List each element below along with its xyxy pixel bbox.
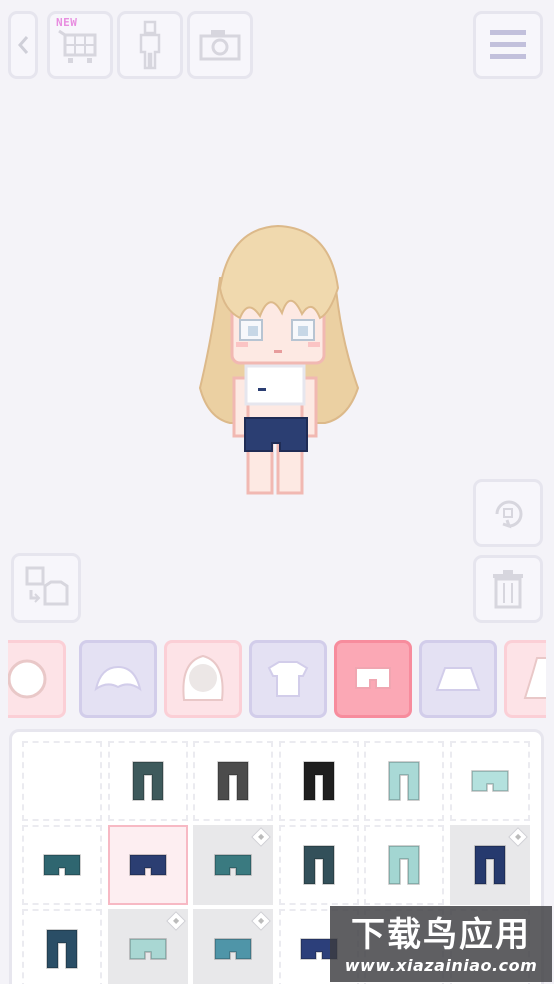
shorts-icon bbox=[128, 854, 167, 876]
item-slot[interactable] bbox=[278, 741, 359, 821]
new-badge: NEW bbox=[56, 16, 78, 29]
category-dress[interactable] bbox=[504, 640, 546, 718]
long-pants-icon bbox=[473, 845, 506, 885]
swap-outfit-button[interactable] bbox=[11, 553, 81, 623]
hamburger-menu-icon bbox=[490, 30, 526, 59]
face-category-icon bbox=[8, 659, 47, 699]
long-pants-icon bbox=[388, 845, 420, 885]
item-slot[interactable] bbox=[278, 825, 359, 905]
back-button[interactable] bbox=[8, 11, 38, 79]
long-pants-icon bbox=[46, 929, 78, 969]
item-slot[interactable] bbox=[364, 741, 444, 821]
watermark-logo: 下载鸟应用 www.xiazainiao.com bbox=[330, 906, 552, 982]
long-pants-icon bbox=[302, 845, 335, 885]
body-silhouette-icon bbox=[139, 20, 161, 70]
category-hair[interactable] bbox=[164, 640, 242, 718]
item-slot[interactable] bbox=[193, 741, 273, 821]
camera-button[interactable] bbox=[187, 11, 253, 79]
item-empty-slot[interactable] bbox=[22, 741, 102, 821]
hair-category-icon bbox=[182, 654, 224, 701]
category-bangs[interactable] bbox=[79, 640, 157, 718]
shorts-icon bbox=[214, 854, 252, 876]
category-skirt[interactable] bbox=[419, 640, 497, 718]
watermark-url: www.xiazainiao.com bbox=[344, 955, 538, 975]
long-pants-icon bbox=[131, 761, 164, 801]
dress-category-icon bbox=[523, 657, 546, 699]
rotate-icon bbox=[495, 500, 523, 529]
shop-button[interactable]: NEW bbox=[47, 11, 113, 79]
avatar-character[interactable] bbox=[190, 218, 365, 503]
bangs-category-icon bbox=[94, 665, 142, 692]
cart-icon bbox=[58, 29, 97, 63]
avatar-figure bbox=[198, 224, 360, 495]
item-slot[interactable]: ◆ bbox=[193, 909, 273, 984]
item-slot[interactable]: ◆ bbox=[193, 825, 273, 905]
item-slot[interactable]: ◆ bbox=[449, 825, 530, 905]
swap-outfit-icon bbox=[25, 566, 69, 606]
item-slot[interactable] bbox=[22, 909, 102, 984]
skirt-category-icon bbox=[435, 667, 481, 691]
shorts-icon bbox=[214, 938, 252, 960]
item-slot[interactable] bbox=[22, 825, 102, 905]
shorts-icon bbox=[43, 854, 81, 876]
chevron-left-icon bbox=[18, 36, 29, 54]
menu-button[interactable] bbox=[473, 11, 543, 79]
category-strip[interactable] bbox=[8, 638, 546, 722]
item-slot[interactable] bbox=[364, 825, 444, 905]
shorts-icon bbox=[128, 938, 167, 960]
long-pants-icon bbox=[302, 761, 335, 801]
item-slot[interactable] bbox=[449, 741, 530, 821]
category-top[interactable] bbox=[249, 640, 327, 718]
category-face[interactable] bbox=[8, 640, 66, 718]
trash-icon bbox=[493, 570, 523, 609]
watermark-title: 下载鸟应用 bbox=[351, 914, 531, 955]
item-slot[interactable] bbox=[107, 825, 188, 905]
rotate-button[interactable] bbox=[473, 479, 543, 547]
long-pants-icon bbox=[388, 761, 420, 801]
item-slot[interactable] bbox=[107, 741, 188, 821]
item-slot[interactable]: ◆ bbox=[107, 909, 188, 984]
long-pants-icon bbox=[217, 761, 249, 801]
shorts-icon bbox=[470, 770, 509, 792]
top-category-icon bbox=[267, 661, 309, 697]
trash-button[interactable] bbox=[473, 555, 543, 623]
category-bottoms[interactable] bbox=[334, 640, 412, 718]
camera-icon bbox=[199, 30, 241, 61]
body-button[interactable] bbox=[117, 11, 183, 79]
bottoms-category-icon bbox=[355, 667, 391, 689]
